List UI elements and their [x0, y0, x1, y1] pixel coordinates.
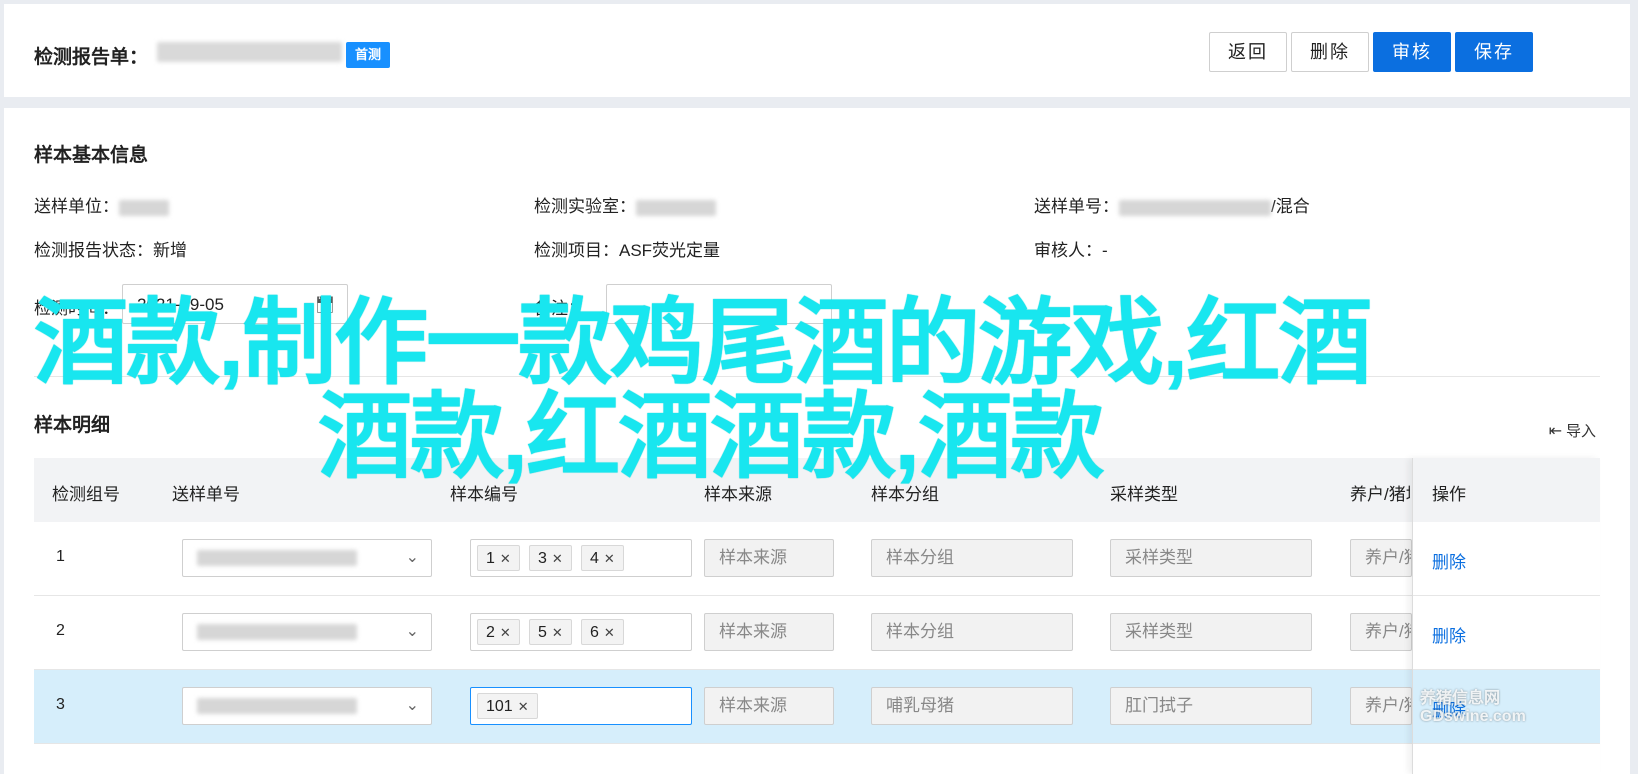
tag-label: 1 [486, 550, 495, 567]
col-action: 操作 [1432, 485, 1466, 504]
table-row: 2 ⌄ 2✕ 5✕ 6✕ 样本来源 样本分组 采样类型 养户/猪场 删除 [34, 596, 1600, 670]
sample-group-field[interactable]: 哺乳母猪 [871, 687, 1073, 725]
watermark-line2: GDswine.com [1420, 707, 1526, 725]
col-order-no: 送样单号 [172, 485, 240, 504]
redacted-value [636, 199, 716, 216]
sample-no-tag-input[interactable]: 1 ✕ 3 ✕ 4 ✕ [470, 539, 692, 577]
field-label: 送样单位： [34, 197, 119, 216]
farm-field[interactable]: 养户/猪场 [1350, 687, 1412, 725]
page-header: 检测报告单： 首测 返回 删除 审核 保存 [4, 4, 1630, 97]
sample-tag: 1 ✕ [477, 545, 520, 571]
status-badge: 首测 [346, 42, 391, 68]
import-icon: ⇤ [1548, 423, 1562, 440]
order-no-select[interactable]: ⌄ [182, 613, 432, 651]
sample-group-field[interactable]: 样本分组 [871, 613, 1073, 651]
close-icon[interactable]: ✕ [500, 625, 511, 640]
chevron-down-icon: ⌄ [405, 549, 419, 566]
group-no: 2 [56, 622, 65, 639]
field-label: 审核人： [1034, 241, 1102, 260]
sample-source-field[interactable]: 样本来源 [704, 687, 834, 725]
overlay-headline-line1: 酒款,制作一款鸡尾酒的游戏,红酒 [34, 290, 1372, 395]
redacted-value [119, 199, 169, 216]
field-label: 检测项目： [534, 241, 619, 260]
close-icon[interactable]: ✕ [518, 699, 529, 714]
tag-label: 3 [538, 550, 547, 567]
review-button[interactable]: 审核 [1373, 32, 1451, 72]
tag-label: 4 [590, 550, 599, 567]
import-label: 导入 [1565, 423, 1596, 440]
field-test-item: 检测项目：ASF荧光定量 [534, 236, 720, 261]
field-value: ASF荧光定量 [619, 241, 721, 260]
col-farm: 养户/猪场 [1350, 485, 1410, 504]
sample-tag: 2 ✕ [477, 619, 520, 645]
field-sending-unit: 送样单位： [34, 192, 169, 217]
basic-info-title: 样本基本信息 [34, 145, 149, 166]
sample-tag: 6 ✕ [581, 619, 624, 645]
field-label: 检测实验室： [534, 197, 636, 216]
redacted-value [197, 550, 357, 566]
report-id-redacted [157, 42, 342, 62]
field-value: - [1102, 241, 1108, 260]
field-value: 新增 [153, 241, 187, 260]
redacted-value [197, 624, 357, 640]
detail-title: 样本明细 [34, 415, 111, 436]
close-icon[interactable]: ✕ [604, 625, 615, 640]
sample-detail-table: 检测组号 送样单号 样本编号 样本来源 样本分组 采样类型 养户/猪场 1 ⌄ … [34, 458, 1600, 774]
close-icon[interactable]: ✕ [500, 551, 511, 566]
tag-label: 101 [486, 698, 513, 715]
tag-label: 5 [538, 624, 547, 641]
delete-button[interactable]: 删除 [1291, 32, 1369, 72]
chevron-down-icon: ⌄ [405, 697, 419, 714]
sampling-type-field[interactable]: 肛门拭子 [1110, 687, 1312, 725]
sample-group-field[interactable]: 样本分组 [871, 539, 1073, 577]
chevron-down-icon: ⌄ [405, 623, 419, 640]
sample-no-tag-input[interactable]: 101 ✕ [470, 687, 692, 725]
redacted-value [197, 698, 357, 714]
farm-field[interactable]: 养户/猪场 [1350, 613, 1412, 651]
watermark-logo: 养猪信息网 GDswine.com [1420, 690, 1570, 725]
field-label: 检测报告状态： [34, 241, 153, 260]
group-no: 1 [56, 548, 65, 565]
tag-label: 2 [486, 624, 495, 641]
group-no: 3 [56, 696, 65, 713]
field-order-no: 送样单号： /混合 [1034, 192, 1310, 217]
farm-field[interactable]: 养户/猪场 [1350, 539, 1412, 577]
sample-tag: 3 ✕ [529, 545, 572, 571]
sample-source-field[interactable]: 样本来源 [704, 539, 834, 577]
sample-no-tag-input[interactable]: 2 ✕ 5 ✕ 6 ✕ [470, 613, 692, 651]
col-group-no: 检测组号 [52, 485, 120, 504]
redacted-value [1119, 199, 1271, 216]
close-icon[interactable]: ✕ [552, 551, 563, 566]
import-button[interactable]: ⇤ 导入 [1549, 420, 1596, 441]
field-label: 送样单号： [1034, 197, 1119, 216]
close-icon[interactable]: ✕ [552, 625, 563, 640]
field-reviewer: 审核人：- [1034, 236, 1108, 261]
sample-tag: 101 ✕ [477, 693, 538, 719]
sample-tag: 4 ✕ [581, 545, 624, 571]
table-row-selected: 3 ⌄ 101✕ 样本来源 哺乳母猪 肛门拭子 养户/猪场 删除 [34, 670, 1600, 744]
field-lab: 检测实验室： [534, 192, 716, 217]
watermark-line1: 养猪信息网 [1420, 690, 1501, 707]
sampling-type-field[interactable]: 采样类型 [1110, 613, 1312, 651]
order-suffix: /混合 [1271, 197, 1310, 216]
close-icon[interactable]: ✕ [604, 551, 615, 566]
tag-label: 6 [590, 624, 599, 641]
order-no-select[interactable]: ⌄ [182, 539, 432, 577]
sample-tag: 5 ✕ [529, 619, 572, 645]
back-button[interactable]: 返回 [1209, 32, 1287, 72]
field-report-status: 检测报告状态：新增 [34, 236, 187, 261]
sampling-type-field[interactable]: 采样类型 [1110, 539, 1312, 577]
page-title: 检测报告单： [34, 47, 149, 68]
action-column-shadow [1412, 458, 1600, 774]
overlay-headline-line2: 酒款,红酒酒款,酒款 [318, 384, 1104, 489]
table-row: 1 ⌄ 1✕ 3✕ 4✕ 样本来源 样本分组 采样类型 养户/猪场 删除 [34, 522, 1600, 596]
order-no-select[interactable]: ⌄ [182, 687, 432, 725]
sample-source-field[interactable]: 样本来源 [704, 613, 834, 651]
col-sampling-type: 采样类型 [1110, 485, 1178, 504]
save-button[interactable]: 保存 [1455, 32, 1533, 72]
